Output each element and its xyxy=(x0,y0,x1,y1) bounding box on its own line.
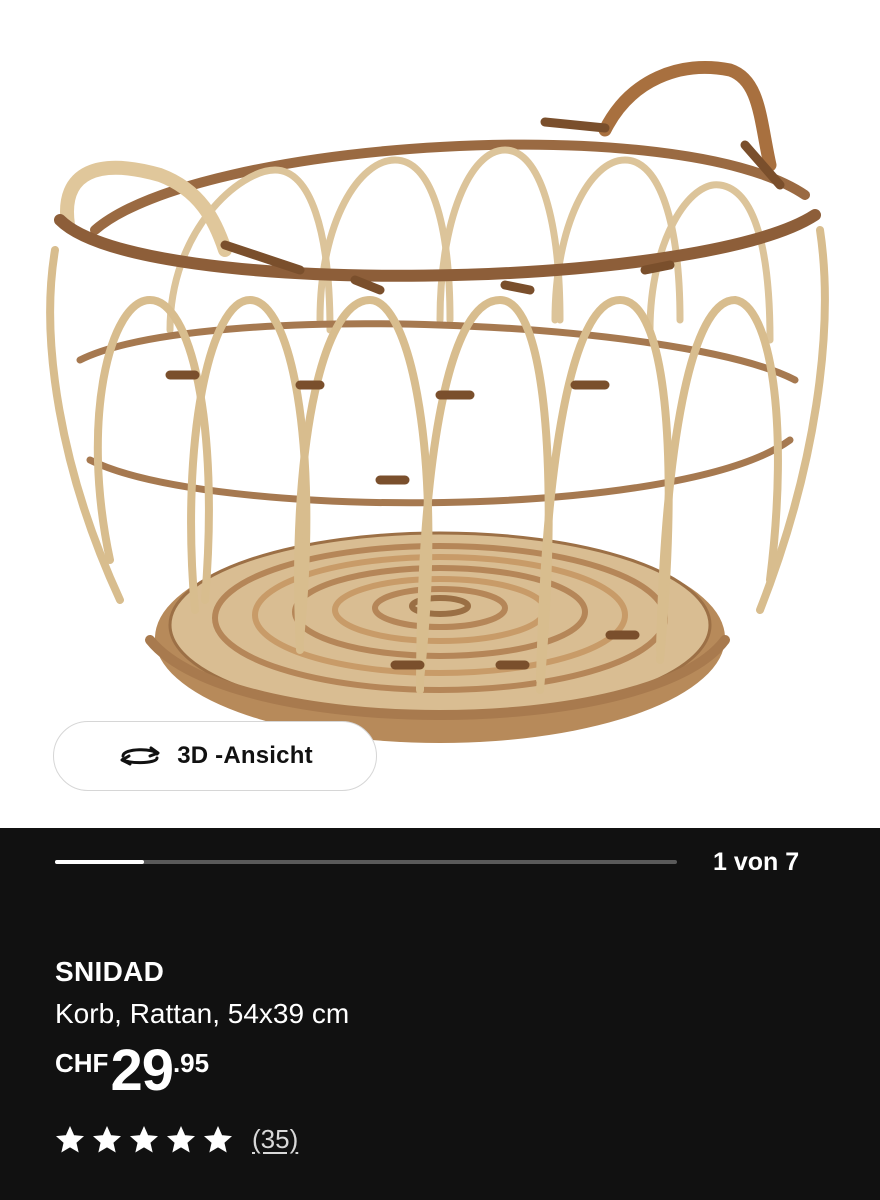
star-icon xyxy=(55,1125,85,1153)
product-rating[interactable]: (35) xyxy=(55,1124,298,1155)
view-3d-button[interactable]: 3D -Ansicht xyxy=(53,721,377,791)
star-icon xyxy=(203,1125,233,1153)
product-name: SNIDAD xyxy=(55,956,165,987)
price-integer: 29 xyxy=(110,1038,174,1103)
star-icon xyxy=(129,1125,159,1153)
product-info-panel: 1 von 7 SNIDAD Korb, Rattan, 54x39 cm CH… xyxy=(0,828,880,1200)
star-icon xyxy=(92,1125,122,1153)
image-carousel-progress[interactable] xyxy=(55,860,677,864)
product-image-area[interactable]: 3D -Ansicht xyxy=(0,0,880,828)
product-image[interactable] xyxy=(0,0,880,828)
star-icon xyxy=(166,1125,196,1153)
price-currency: CHF xyxy=(55,1048,109,1078)
carousel-counter: 1 von 7 xyxy=(713,848,800,876)
review-count-link[interactable]: (35) xyxy=(252,1124,298,1155)
rotate-3d-icon xyxy=(120,746,160,766)
rating-stars xyxy=(55,1125,233,1155)
product-price: CHF 29 .95 xyxy=(55,1042,209,1100)
product-description: Korb, Rattan, 54x39 cm xyxy=(55,998,350,1029)
price-decimal: .95 xyxy=(172,1048,210,1078)
carousel-progress-fill xyxy=(55,860,144,864)
view-3d-label: 3D -Ansicht xyxy=(177,742,313,769)
